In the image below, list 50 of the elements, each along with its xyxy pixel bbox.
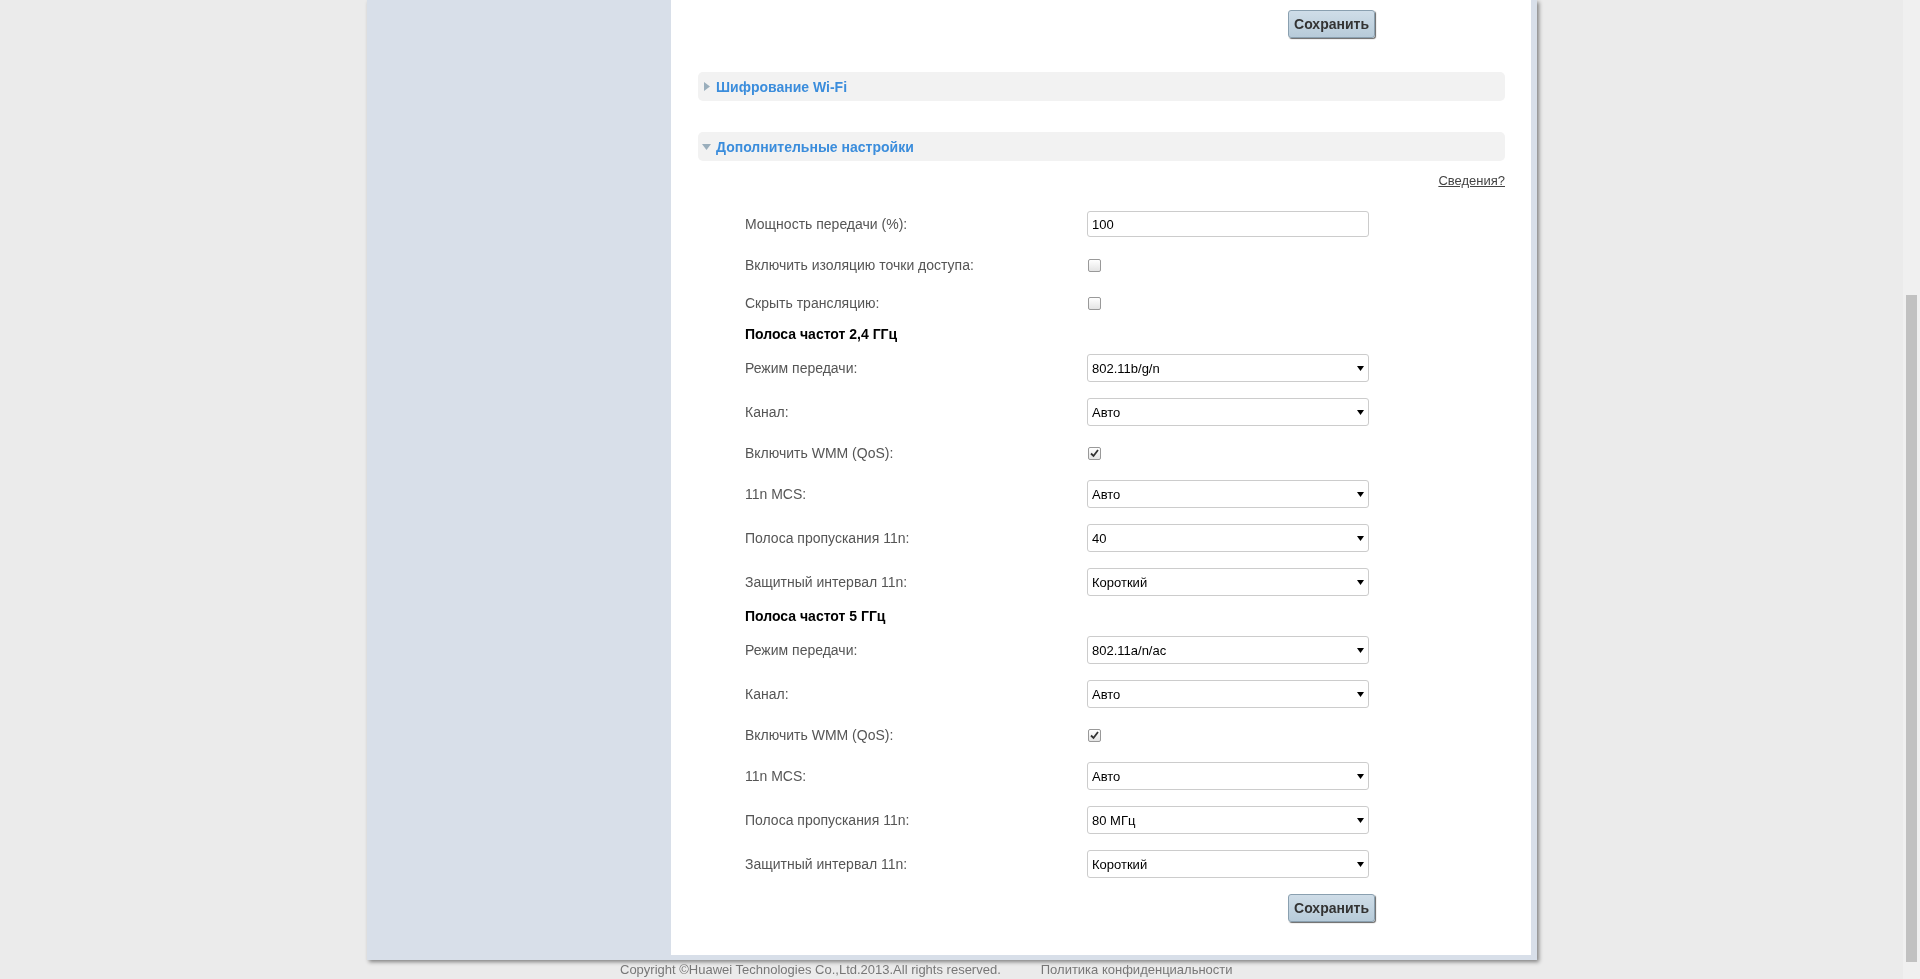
dropdown[interactable]: Короткий <box>1087 850 1369 878</box>
dropdown[interactable]: Короткий <box>1087 568 1369 596</box>
dropdown[interactable]: 80 МГц <box>1087 806 1369 834</box>
field-label: Скрыть трансляцию: <box>745 295 881 311</box>
field-label: Полоса пропускания 11n: <box>745 530 911 546</box>
field-label: Включить WMM (QoS): <box>745 727 895 743</box>
checkbox[interactable] <box>1088 728 1101 742</box>
field-label: Включить изоляцию точки доступа: <box>745 257 975 273</box>
dropdown[interactable]: 40 <box>1087 524 1369 552</box>
field-label: Режим передачи: <box>745 360 859 376</box>
checkbox[interactable] <box>1088 446 1101 460</box>
caret-down-icon <box>1357 861 1364 867</box>
copyright-text: Copyright ©Huawei Technologies Co.,Ltd.2013.All rights reserved. <box>620 962 1001 977</box>
triangle-down-icon <box>702 142 711 151</box>
help-link[interactable]: Сведения? <box>1438 173 1505 188</box>
field-label: 11n MCS: <box>745 486 808 502</box>
caret-down-icon <box>1357 365 1364 371</box>
dropdown[interactable]: Авто <box>1087 398 1369 426</box>
caret-down-icon <box>1357 817 1364 823</box>
dropdown[interactable]: 802.11b/g/n <box>1087 354 1369 382</box>
caret-down-icon <box>1357 691 1364 697</box>
field-label: Канал: <box>745 404 790 420</box>
privacy-link[interactable]: Политика конфиденциальности <box>1040 962 1233 977</box>
field-label: Полоса пропускания 11n: <box>745 812 911 828</box>
field-label: Защитный интервал 11n: <box>745 574 909 590</box>
scrollbar[interactable] <box>1903 0 1920 979</box>
triangle-right-icon <box>702 82 711 91</box>
caret-down-icon <box>1357 409 1364 415</box>
dropdown[interactable]: Авто <box>1087 480 1369 508</box>
input-field[interactable]: 100 <box>1087 211 1369 237</box>
section-heading: Полоса частот 2,4 ГГц <box>745 326 898 342</box>
save-button[interactable]: Сохранить <box>1288 10 1375 38</box>
checkbox[interactable] <box>1088 296 1101 310</box>
field-label: Включить WMM (QoS): <box>745 445 895 461</box>
dropdown[interactable]: Авто <box>1087 680 1369 708</box>
dropdown[interactable]: Авто <box>1087 762 1369 790</box>
checkbox[interactable] <box>1088 258 1101 272</box>
caret-down-icon <box>1357 491 1364 497</box>
field-label: Канал: <box>745 686 790 702</box>
caret-down-icon <box>1357 773 1364 779</box>
section-heading: Полоса частот 5 ГГц <box>745 608 886 624</box>
caret-down-icon <box>1357 535 1364 541</box>
dropdown[interactable]: 802.11a/n/ac <box>1087 636 1369 664</box>
field-label: Мощность передачи (%): <box>745 216 909 232</box>
field-label: 11n MCS: <box>745 768 808 784</box>
caret-down-icon <box>1357 647 1364 653</box>
caret-down-icon <box>1357 579 1364 585</box>
save-button[interactable]: Сохранить <box>1288 894 1375 922</box>
field-label: Режим передачи: <box>745 642 859 658</box>
field-label: Защитный интервал 11n: <box>745 856 909 872</box>
